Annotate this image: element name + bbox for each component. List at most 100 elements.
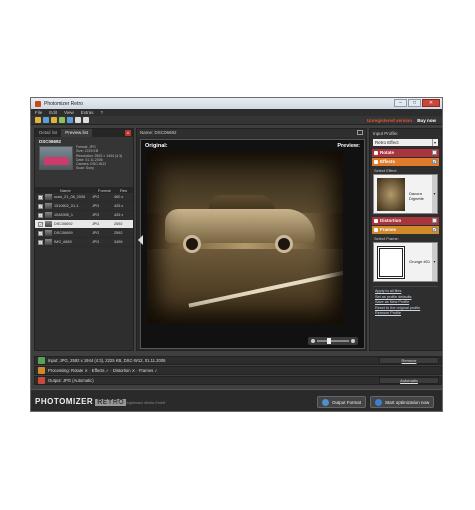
zoom-slider-handle[interactable] [327,338,331,344]
output-format-label: Output Format [332,399,362,405]
section-effects[interactable]: Effects ✓ [372,158,439,166]
row-res: 3456 [114,240,123,244]
effect-picker[interactable]: Dacora Dignette ▾ [373,174,438,214]
frame-name: Grunge #01 [409,259,431,264]
zoom-out-icon[interactable] [311,339,315,343]
input-icon [38,357,45,364]
column-format[interactable]: Format [98,188,120,193]
section-frames[interactable]: Frames ✓ [372,226,439,234]
row-checkbox[interactable]: ✓ [38,212,43,218]
minimize-button[interactable]: – [394,99,407,107]
filter-icon[interactable] [67,117,73,123]
preview-header: Name: DSC06692 [137,129,366,137]
table-row[interactable]: ✓ IMG_6869 JPG 3456 [35,238,133,247]
table-row[interactable]: ✓ 1510602_01-1 JPG 425 x [35,202,133,211]
app-window: Photomizer Retro – □ ✕ File Edit View Ex… [30,97,443,412]
menu-edit[interactable]: Edit [49,110,57,115]
zoom-in-icon[interactable] [351,339,355,343]
section-distortion[interactable]: Distortion [372,217,439,225]
footer-bar: PHOTOMIZER RETRO Copyright © Engelmann Me… [31,389,442,411]
row-checkbox[interactable]: ✓ [38,221,43,227]
file-detail: DSC06692 Format: JPG Size: 2225 KB Resol… [35,137,133,187]
file-panel: Detail list Preview list x DSC06692 Form… [34,128,134,351]
section-distortion-label: Distortion [380,218,402,223]
frames-checkbox[interactable]: ✓ [432,227,437,232]
column-res[interactable]: Res [120,188,127,193]
column-name[interactable]: Name [60,188,98,193]
page-icon[interactable] [75,117,81,123]
output-info-row: Output: JPG (Automatic) Automatic [34,376,442,385]
input-info-text: Input: JPG, 2592 x 1944 (4:3), 2225 KB, … [48,358,166,363]
table-row[interactable]: ✓ scan_21_08_2006 JPG 460 x [35,193,133,202]
row-name: 1548398_1 [54,213,74,217]
output-format-icon [322,398,329,406]
table-row[interactable]: ✓ DSC06699 JPG 2592 [35,229,133,238]
menu-help[interactable]: ? [100,110,103,115]
select-effect-label: Select Effect: [374,168,398,173]
compare-splitter-handle[interactable] [138,235,143,245]
row-res: 2592 [114,231,123,235]
table-row[interactable]: ✓ 1548398_1 JPG 425 x [35,211,133,220]
row-format: JPG [92,204,100,208]
grid-icon[interactable] [83,117,89,123]
effects-checkbox[interactable]: ✓ [432,159,437,164]
buy-now-link[interactable]: Buy now [417,118,436,123]
row-checkbox[interactable]: ✓ [38,230,43,236]
table-row-selected[interactable]: ✓ DSC06692 JPG 2592 [35,220,133,229]
add-files-icon[interactable] [51,117,57,123]
rotate-checkbox[interactable] [432,150,437,155]
tab-preview-list[interactable]: Preview list [61,129,93,137]
row-checkbox[interactable]: ✓ [38,194,43,200]
zoom-control[interactable] [308,337,358,345]
row-format: JPG [92,213,100,217]
app-icon [35,100,41,107]
row-thumbnail [45,194,52,200]
remove-profile-link[interactable]: Remove Profile [375,311,436,317]
profile-select-value: Retro Effect [375,140,399,145]
save-icon[interactable] [43,117,49,123]
remove-button[interactable]: Remove [379,357,439,364]
section-rotate[interactable]: Rotate [372,149,439,157]
input-profile-label: Input Profile: [373,131,399,136]
photo-compare-area[interactable]: Original: Preview: [138,139,365,349]
window-controls: – □ ✕ [394,99,440,107]
row-res: 2592 [114,222,123,226]
frame-scroll-icon[interactable]: ▾ [432,243,437,281]
refresh-icon[interactable] [59,117,65,123]
preview-file-name: Name: DSC06692 [140,130,177,135]
maximize-button[interactable]: □ [408,99,421,107]
open-folder-icon[interactable] [35,117,41,123]
zoom-slider[interactable] [317,338,349,344]
start-optimization-button[interactable]: Start optimization now [370,396,435,408]
row-checkbox[interactable]: ✓ [38,203,43,209]
row-name: scan_21_08_2006 [54,195,86,199]
file-tabs: Detail list Preview list x [35,129,133,137]
effect-scroll-icon[interactable]: ▾ [432,175,437,213]
fullscreen-icon[interactable] [357,130,363,135]
row-res: 460 x [114,195,124,199]
copyright-text: Copyright © Engelmann Media GmbH [105,401,166,405]
row-checkbox[interactable]: ✓ [38,239,43,245]
frame-picker[interactable]: Grunge #01 ▾ [373,242,438,282]
close-panel-icon[interactable]: x [125,130,131,136]
section-rotate-label: Rotate [380,150,395,155]
row-format: JPG [92,222,100,226]
tab-detail-list[interactable]: Detail list [35,129,61,137]
menu-extras[interactable]: Extras [81,110,94,115]
row-thumbnail [45,221,52,227]
processing-info-text: Processing: Rotate ✕ · Effects ✓ · Disto… [48,368,158,373]
row-format: JPG [92,195,100,199]
menu-view[interactable]: View [64,110,74,115]
close-button[interactable]: ✕ [422,99,440,107]
unregistered-link[interactable]: Unregistered version [367,118,412,123]
row-format: JPG [92,231,100,235]
distortion-checkbox[interactable] [432,218,437,223]
automatic-button[interactable]: Automatic [379,377,439,384]
input-info-row: Input: JPG, 2592 x 1944 (4:3), 2225 KB, … [34,356,442,365]
select-frame-label: Select Frame: [374,236,399,241]
output-format-button[interactable]: Output Format [317,396,367,408]
menu-file[interactable]: File [35,110,42,115]
profile-select[interactable]: Retro Effect ▾ [373,139,438,146]
output-info-text: Output: JPG (Automatic) [48,378,94,383]
row-name: IMG_6869 [54,240,72,244]
